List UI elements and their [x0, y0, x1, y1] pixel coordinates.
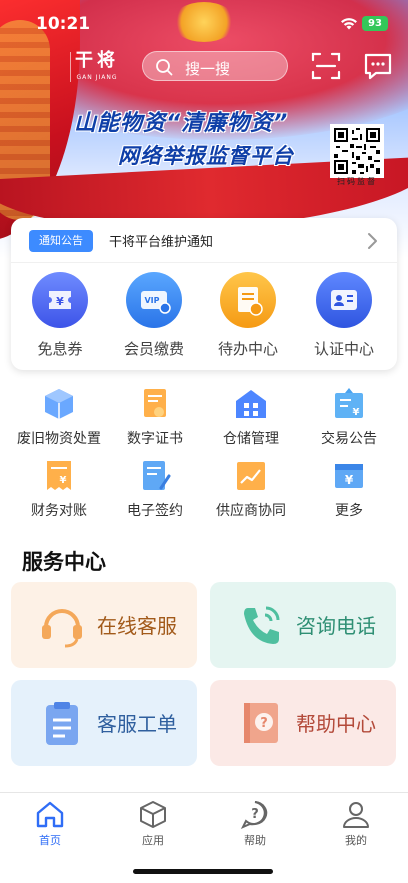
quick-action-coupon[interactable]: ¥ 免息券: [15, 272, 105, 359]
banner-headline: 山能物资“清廉物资”: [74, 111, 289, 136]
certificate-icon: [144, 389, 166, 417]
id-card-icon: [316, 272, 372, 328]
tile-label: 在线客服: [97, 614, 177, 638]
service-label: 交易公告: [321, 431, 377, 447]
home-icon: [36, 801, 64, 828]
service-item-warehouse[interactable]: 仓储管理: [200, 386, 302, 448]
svg-text:¥: ¥: [56, 295, 64, 308]
service-label: 仓储管理: [223, 431, 279, 447]
headset-icon: [42, 609, 82, 648]
quick-actions-card: 通知公告 干将平台维护通知 ¥ 免息券 VIP 会员缴费 待办中心 认证中心: [11, 218, 397, 370]
bill-icon: ¥: [47, 461, 71, 490]
more-icon: ¥: [335, 464, 363, 488]
quick-action-todo[interactable]: 待办中心: [203, 272, 293, 359]
qr-code: [330, 124, 384, 178]
svg-text:¥: ¥: [60, 475, 67, 486]
todo-icon: [220, 272, 276, 328]
service-label: 数字证书: [127, 431, 183, 447]
quick-action-label: 认证中心: [313, 340, 374, 358]
quick-action-label: 免息券: [37, 340, 83, 358]
service-label: 电子签约: [127, 503, 183, 519]
cube-icon: [140, 801, 166, 828]
brand-name: 干将: [75, 50, 119, 71]
help-book-icon: ?: [244, 703, 278, 743]
tab-profile[interactable]: 我的: [326, 799, 386, 848]
notice-text[interactable]: 干将平台维护通知: [109, 231, 213, 250]
help-center-tile[interactable]: ? 帮助中心: [210, 680, 396, 766]
quick-action-label: 待办中心: [217, 340, 278, 358]
message-icon[interactable]: [362, 50, 394, 82]
coupon-icon: ¥: [32, 272, 88, 328]
banner-subheadline: 网络举报监督平台: [118, 144, 294, 168]
quick-action-verify[interactable]: 认证中心: [299, 272, 389, 359]
quick-action-label: 会员缴费: [123, 340, 184, 358]
tile-label: 帮助中心: [296, 712, 376, 736]
service-item-esign[interactable]: 电子签约: [104, 458, 206, 520]
phone-icon: [244, 606, 280, 644]
tab-home[interactable]: 首页: [20, 799, 80, 848]
warehouse-icon: [236, 390, 266, 418]
user-icon: [343, 802, 369, 828]
box-icon: [45, 389, 73, 419]
wifi-icon: [341, 18, 357, 30]
brand-logo: 干将 GAN JIANG: [72, 46, 122, 88]
battery-icon: 93: [362, 16, 388, 31]
search-input[interactable]: 搜一搜: [142, 51, 288, 81]
chart-icon: [237, 462, 265, 490]
work-order-tile[interactable]: 客服工单: [11, 680, 197, 766]
section-title: 服务中心: [22, 550, 106, 574]
announcement-icon: ¥: [335, 388, 363, 418]
service-item-certificate[interactable]: 数字证书: [104, 386, 206, 448]
status-bar: 10:21 93: [0, 0, 408, 48]
tab-help[interactable]: ? 帮助: [225, 799, 285, 848]
tab-label: 应用: [142, 834, 164, 847]
tab-label: 我的: [345, 834, 367, 847]
status-time: 10:21: [36, 14, 91, 34]
search-icon: [156, 59, 173, 76]
vip-card-icon: VIP: [126, 272, 182, 328]
search-placeholder: 搜一搜: [185, 60, 231, 78]
brand-name-latin: GAN JIANG: [76, 74, 118, 81]
chevron-right-icon[interactable]: [365, 232, 379, 250]
brand-divider: [70, 52, 71, 82]
tab-apps[interactable]: 应用: [123, 799, 183, 848]
hotline-tile[interactable]: 咨询电话: [210, 582, 396, 668]
scan-icon[interactable]: [310, 50, 342, 82]
tile-label: 咨询电话: [296, 614, 376, 638]
tab-label: 首页: [39, 834, 61, 847]
contract-icon: [143, 461, 171, 490]
service-label: 更多: [335, 503, 363, 519]
tile-label: 客服工单: [97, 712, 177, 736]
help-bubble-icon: ?: [240, 801, 268, 829]
service-item-disposal[interactable]: 废旧物资处置: [8, 386, 110, 448]
online-service-tile[interactable]: 在线客服: [11, 582, 197, 668]
tab-label: 帮助: [244, 834, 266, 847]
home-indicator: [133, 869, 273, 874]
quick-action-vip[interactable]: VIP 会员缴费: [109, 272, 199, 359]
qr-caption: 扫码监督: [337, 177, 377, 186]
svg-text:?: ?: [260, 716, 268, 731]
svg-text:VIP: VIP: [144, 296, 159, 305]
clipboard-icon: [46, 702, 78, 745]
svg-text:¥: ¥: [345, 473, 354, 487]
svg-text:¥: ¥: [353, 407, 360, 418]
service-item-more[interactable]: ¥ 更多: [298, 458, 400, 520]
divider: [11, 262, 397, 263]
service-item-supplier[interactable]: 供应商协同: [200, 458, 302, 520]
service-label: 财务对账: [31, 503, 87, 519]
service-label: 供应商协同: [216, 503, 286, 519]
service-label: 废旧物资处置: [17, 431, 101, 447]
service-item-reconcile[interactable]: ¥ 财务对账: [8, 458, 110, 520]
service-item-announcement[interactable]: ¥ 交易公告: [298, 386, 400, 448]
svg-text:?: ?: [251, 807, 259, 822]
notice-badge: 通知公告: [29, 230, 93, 252]
